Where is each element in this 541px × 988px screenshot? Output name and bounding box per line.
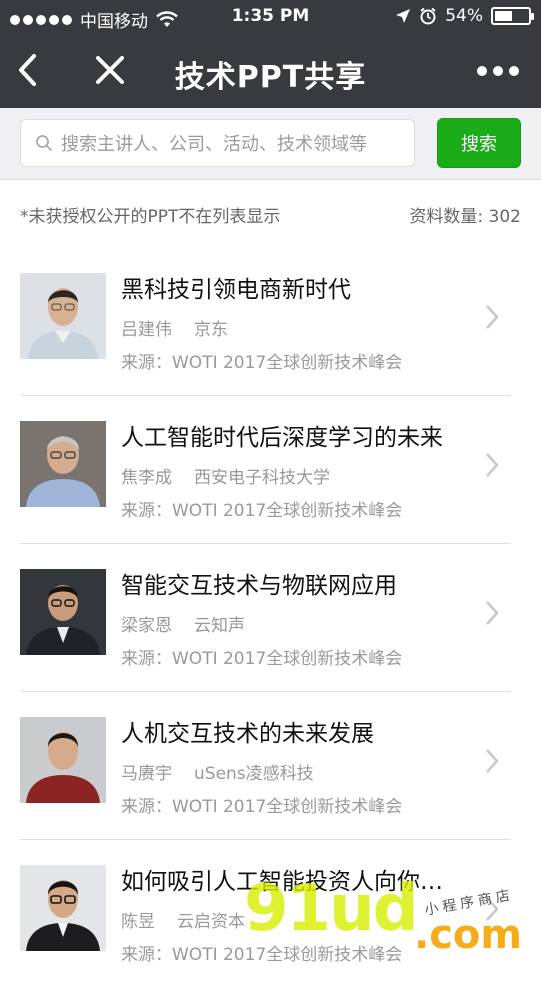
ppt-source: 来源：WOTI 2017全球创新技术峰会: [121, 649, 403, 669]
speaker-meta: 马赓宇 uSens凌感科技: [121, 759, 314, 784]
speaker-company: 云启资本: [177, 912, 245, 932]
alarm-clock-icon: [420, 7, 436, 25]
speaker-meta: 梁家恩 云知声: [121, 611, 245, 636]
speaker-avatar: [20, 273, 106, 359]
speaker-meta: 吕建伟 京东: [121, 315, 228, 340]
status-right: 54%: [395, 6, 534, 26]
list-item[interactable]: 人机交互技术的未来发展 马赓宇 uSens凌感科技 来源：WOTI 2017全球创…: [0, 692, 541, 840]
ppt-source: 来源：WOTI 2017全球创新技术峰会: [121, 797, 403, 817]
list-item[interactable]: 如何吸引人工智能投资人向你投资 陈昱 云启资本 来源：WOTI 2017全球创新技…: [0, 840, 541, 988]
chevron-right-icon: [486, 601, 499, 625]
speaker-meta: 焦李成 西安电子科技大学: [121, 463, 330, 488]
top-bar: 中国移动 1:35 PM 54% 技术PPT共享: [0, 0, 541, 108]
location-arrow-icon: [396, 9, 411, 23]
more-options-icon[interactable]: [477, 66, 519, 76]
speaker-company: 西安电子科技大学: [194, 468, 330, 488]
info-row: *未获授权公开的PPT不在列表显示 资料数量: 302: [0, 180, 541, 248]
battery-fill: [495, 11, 512, 21]
ppt-list: 黑科技引领电商新时代 吕建伟 京东 来源：WOTI 2017全球创新技术峰会 人工…: [0, 248, 541, 988]
chevron-right-icon: [486, 749, 499, 773]
ppt-source: 来源：WOTI 2017全球创新技术峰会: [121, 501, 403, 521]
speaker-name: 陈昱: [121, 912, 155, 932]
speaker-meta: 陈昱 云启资本: [121, 907, 245, 932]
authorization-note: *未获授权公开的PPT不在列表显示: [20, 207, 281, 227]
ppt-title: 黑科技引领电商新时代: [121, 277, 351, 303]
list-item[interactable]: 人工智能时代后深度学习的未来 焦李成 西安电子科技大学 来源：WOTI 2017全…: [0, 396, 541, 544]
speaker-avatar: [20, 865, 106, 951]
ppt-title: 智能交互技术与物联网应用: [121, 573, 397, 599]
speaker-name: 梁家恩: [121, 616, 172, 636]
search-input[interactable]: 搜索主讲人、公司、活动、技术领域等: [20, 119, 415, 167]
navigation-bar: 技术PPT共享: [0, 34, 541, 108]
speaker-name: 吕建伟: [121, 320, 172, 340]
list-item[interactable]: 智能交互技术与物联网应用 梁家恩 云知声 来源：WOTI 2017全球创新技术峰会: [0, 544, 541, 692]
search-placeholder: 搜索主讲人、公司、活动、技术领域等: [61, 134, 367, 155]
ppt-title: 人工智能时代后深度学习的未来: [121, 425, 443, 451]
speaker-company: uSens凌感科技: [194, 764, 314, 784]
status-bar: 中国移动 1:35 PM 54%: [0, 0, 541, 34]
speaker-avatar: [20, 569, 106, 655]
speaker-company: 京东: [194, 320, 228, 340]
speaker-avatar: [20, 717, 106, 803]
chevron-right-icon: [486, 453, 499, 477]
speaker-company: 云知声: [194, 616, 245, 636]
battery-icon: [491, 7, 534, 25]
ppt-title: 如何吸引人工智能投资人向你投资: [121, 869, 461, 895]
ppt-title: 人机交互技术的未来发展: [121, 721, 374, 747]
list-item[interactable]: 黑科技引领电商新时代 吕建伟 京东 来源：WOTI 2017全球创新技术峰会: [0, 248, 541, 396]
speaker-name: 马赓宇: [121, 764, 172, 784]
document-count: 资料数量: 302: [409, 207, 521, 227]
search-icon: [36, 135, 52, 151]
speaker-name: 焦李成: [121, 468, 172, 488]
ppt-source: 来源：WOTI 2017全球创新技术峰会: [121, 353, 403, 373]
search-bar: 搜索主讲人、公司、活动、技术领域等 搜索: [0, 108, 541, 180]
page-title: 技术PPT共享: [174, 60, 367, 95]
battery-percent: 54%: [445, 6, 483, 26]
chevron-right-icon: [486, 897, 499, 921]
chevron-right-icon: [486, 305, 499, 329]
ppt-source: 来源：WOTI 2017全球创新技术峰会: [121, 945, 403, 965]
search-button[interactable]: 搜索: [437, 118, 521, 168]
speaker-avatar: [20, 421, 106, 507]
